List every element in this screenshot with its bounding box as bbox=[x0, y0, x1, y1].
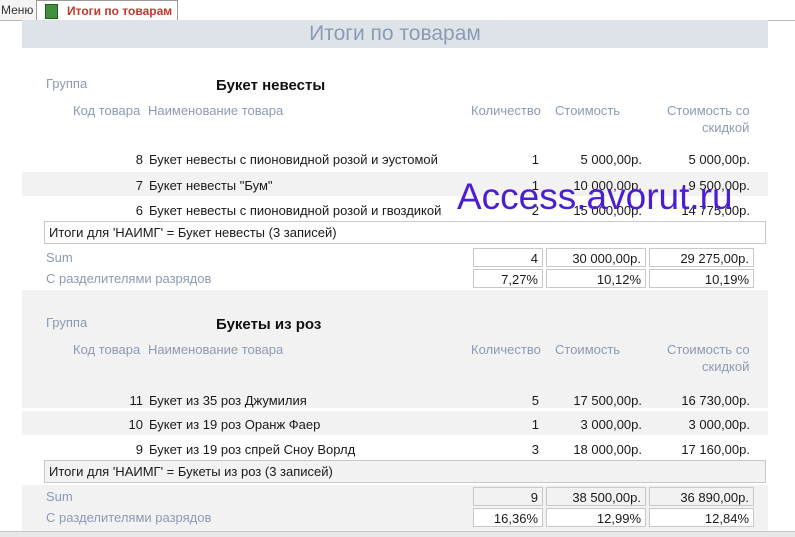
document-tab-bar: Меню Итоги по товарам bbox=[0, 0, 795, 22]
sum-qty: 9 bbox=[473, 487, 543, 506]
report-title: Итоги по товарам bbox=[309, 22, 481, 45]
cell-name: Букет невесты с пионовидной розой и эуст… bbox=[149, 152, 438, 167]
tab-report[interactable]: Итоги по товарам bbox=[36, 0, 178, 22]
percent-cost: 12,99% bbox=[546, 508, 646, 527]
group-label: Группа bbox=[46, 315, 88, 330]
column-header-discount: Стоимость со bbox=[667, 342, 750, 357]
column-header-discount-line2: скидкой bbox=[702, 359, 750, 374]
cell-name: Букет из 19 роз Оранж Фаер bbox=[149, 417, 321, 432]
column-header-code: Код товара bbox=[73, 342, 141, 357]
cell-name: Букет из 35 роз Джумилия bbox=[149, 393, 307, 408]
sum-discount: 29 275,00р. bbox=[649, 248, 754, 267]
group-footer-text: Итоги для 'НАИМГ' = Букет невесты (3 зап… bbox=[49, 225, 337, 240]
column-header-cost: Стоимость bbox=[555, 342, 621, 357]
column-header-code: Код товара bbox=[73, 103, 141, 118]
group-name: Букеты из роз bbox=[216, 316, 322, 333]
cell-code: 8 bbox=[135, 152, 143, 167]
bottom-scroll-strip[interactable] bbox=[0, 531, 795, 537]
cell-cost: 17 500,00р. bbox=[573, 393, 642, 408]
cell-discount: 5 000,00р. bbox=[688, 152, 750, 167]
cell-name: Букет невесты "Бум" bbox=[149, 178, 273, 193]
sum-discount: 36 890,00р. bbox=[649, 487, 754, 506]
column-header-name: Наименование товара bbox=[148, 342, 284, 357]
cell-code: 7 bbox=[135, 178, 143, 193]
sum-qty: 4 bbox=[473, 248, 543, 267]
cell-qty: 5 bbox=[531, 393, 539, 408]
percent-cost: 10,12% bbox=[546, 269, 646, 288]
tab-report-label: Итоги по товарам bbox=[67, 4, 173, 18]
column-header-qty: Количество bbox=[471, 103, 541, 118]
cell-code: 11 bbox=[129, 393, 144, 408]
cell-discount: 3 000,00р. bbox=[688, 417, 750, 432]
percent-discount: 10,19% bbox=[649, 269, 754, 288]
group-footer: Итоги для 'НАИМГ' = Букеты из роз (3 зап… bbox=[44, 460, 766, 483]
tab-menu[interactable]: Меню bbox=[0, 0, 40, 20]
cell-cost: 3 000,00р. bbox=[580, 417, 642, 432]
cell-code: 6 bbox=[135, 203, 143, 218]
group-label: Группа bbox=[46, 76, 88, 91]
column-header-qty: Количество bbox=[471, 342, 541, 357]
group-name: Букет невесты bbox=[216, 77, 326, 94]
cell-discount: 17 160,00р. bbox=[681, 442, 750, 457]
column-header-cost: Стоимость bbox=[555, 103, 621, 118]
cell-code: 9 bbox=[135, 442, 143, 457]
column-header-name: Наименование товара bbox=[148, 103, 284, 118]
cell-cost: 18 000,00р. bbox=[573, 442, 642, 457]
group-footer-text: Итоги для 'НАИМГ' = Букеты из роз (3 зап… bbox=[49, 464, 333, 479]
sum-label: Sum bbox=[46, 489, 73, 504]
group-footer: Итоги для 'НАИМГ' = Букет невесты (3 зап… bbox=[44, 221, 766, 244]
percent-label: С разделителями разрядов bbox=[46, 510, 212, 525]
percent-qty: 7,27% bbox=[473, 269, 543, 288]
cell-cost: 5 000,00р. bbox=[580, 152, 642, 167]
cell-name: Букет невесты с пионовидной розой и гвоз… bbox=[149, 203, 442, 218]
cell-qty: 3 bbox=[531, 442, 539, 457]
cell-code: 10 bbox=[128, 417, 143, 432]
column-header-discount-line2: скидкой bbox=[702, 120, 750, 135]
sum-label: Sum bbox=[46, 250, 73, 265]
watermark-text: Access.avorut.ru bbox=[457, 176, 733, 217]
column-header-discount: Стоимость со bbox=[667, 103, 750, 118]
cell-name: Букет из 19 роз спрей Сноу Ворлд bbox=[149, 442, 356, 457]
report-icon bbox=[45, 4, 58, 19]
cell-qty: 1 bbox=[531, 152, 539, 167]
sum-cost: 30 000,00р. bbox=[546, 248, 646, 267]
percent-qty: 16,36% bbox=[473, 508, 543, 527]
cell-qty: 1 bbox=[531, 417, 539, 432]
sum-cost: 38 500,00р. bbox=[546, 487, 646, 506]
percent-label: С разделителями разрядов bbox=[46, 271, 212, 286]
cell-discount: 16 730,00р. bbox=[681, 393, 750, 408]
percent-discount: 12,84% bbox=[649, 508, 754, 527]
